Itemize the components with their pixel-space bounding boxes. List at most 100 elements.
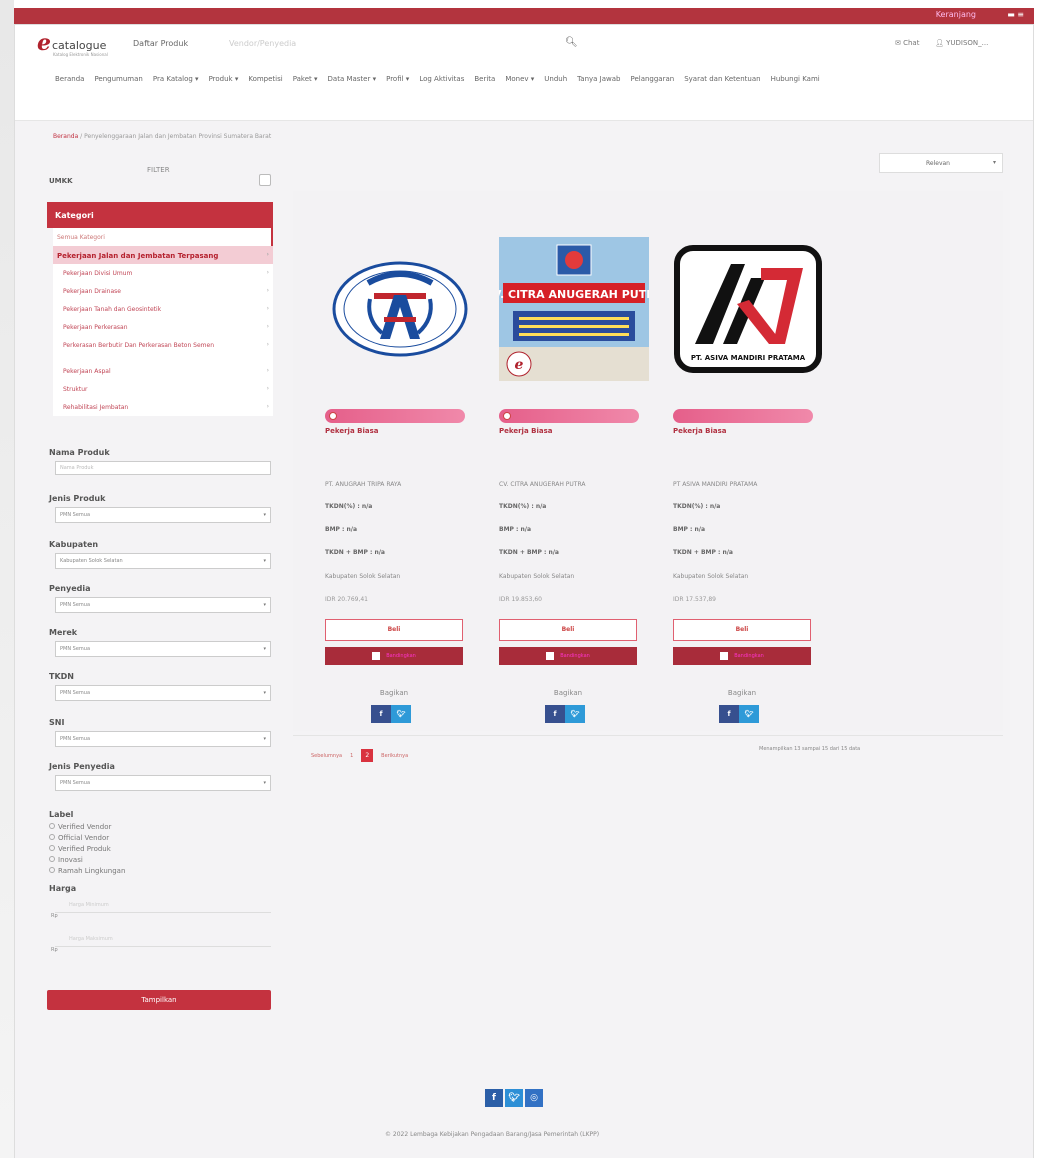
nav-item[interactable]: Kompetisi	[248, 75, 282, 83]
nav-item[interactable]: Pengumuman	[94, 75, 142, 83]
nav-item[interactable]: Pra Katalog ▾	[153, 75, 199, 83]
product-type[interactable]: Pekerja Biasa	[325, 427, 378, 435]
harga-max-input[interactable]: Harga Maksimum	[55, 933, 271, 947]
kategori-item[interactable]: Struktur ›	[53, 380, 273, 398]
instagram-icon[interactable]: ◎	[525, 1089, 543, 1107]
chevron-right-icon: ›	[266, 341, 269, 348]
nav-item[interactable]: Profil ▾	[386, 75, 409, 83]
kategori-item[interactable]: Pekerjaan Perkerasan ›	[53, 318, 273, 336]
nav-item[interactable]: Beranda	[55, 75, 84, 83]
kategori-item[interactable]: Pekerjaan Divisi Umum ›	[53, 264, 273, 282]
penyedia-select[interactable]: PMN Semua ▾	[55, 597, 271, 613]
bandingkan-button[interactable]: Bandingkan	[499, 647, 637, 665]
kabupaten-select[interactable]: Kabupaten Solok Selatan ▾	[55, 553, 271, 569]
bmp: BMP : n/a	[673, 526, 706, 533]
jenis-produk-value: PMN Semua	[60, 512, 91, 518]
anugrah-tripa-raya-logo[interactable]	[325, 237, 475, 381]
twitter-icon[interactable]: 🐦︎	[505, 1089, 523, 1107]
label-option[interactable]: Official Vendor	[49, 834, 273, 845]
page-link-2-current[interactable]: 2	[361, 749, 374, 762]
beli-button[interactable]: Beli	[673, 619, 811, 641]
radio-icon[interactable]	[49, 867, 55, 873]
product-card: Pekerja Biasa PT. ANUGRAH TRIPA RAYA TKD…	[319, 231, 481, 723]
facebook-icon[interactable]: f	[371, 705, 391, 723]
prev-page-link[interactable]: Sebelumnya	[311, 753, 342, 759]
twitter-icon[interactable]: 🐦︎	[565, 705, 585, 723]
facebook-icon[interactable]: f	[485, 1089, 503, 1107]
nav-item[interactable]: Paket ▾	[293, 75, 318, 83]
nav-item[interactable]: Tanya Jawab	[577, 75, 620, 83]
compare-checkbox[interactable]	[372, 651, 381, 660]
beli-button[interactable]: Beli	[325, 619, 463, 641]
nav-item[interactable]: Hubungi Kami	[771, 75, 820, 83]
harga-min-input[interactable]: Harga Minimum	[55, 899, 271, 913]
breadcrumb-home[interactable]: Beranda	[53, 133, 78, 140]
ecatalogue-logo[interactable]: e catalogue Katalog Elektronik Nasional	[37, 32, 108, 57]
next-page-link[interactable]: Berikutnya	[381, 753, 408, 759]
jenis-penyedia-select[interactable]: PMN Semua ▾	[55, 775, 271, 791]
search-icon[interactable]: 🔍︎	[565, 37, 578, 48]
chevron-down-icon: ▾	[263, 736, 266, 742]
sni-select[interactable]: PMN Semua ▾	[55, 731, 271, 747]
sort-select[interactable]: Relevan ▾	[879, 153, 1003, 173]
pt-asiva-mandiri-pratama-logo[interactable]: PT. ASIVA MANDIRI PRATAMA	[673, 237, 823, 381]
cv-citra-anugerah-putra-logo[interactable]: CV. CITRA ANUGERAH PUTRA e	[499, 237, 649, 381]
facebook-icon[interactable]: f	[545, 705, 565, 723]
kategori-item[interactable]: Perkerasan Berbutir Dan Perkerasan Beton…	[53, 336, 273, 362]
compare-checkbox[interactable]	[546, 651, 555, 660]
radio-icon[interactable]	[49, 834, 55, 840]
nama-produk-input[interactable]: Nama Produk	[55, 461, 271, 475]
vendor-name[interactable]: PT. ANUGRAH TRIPA RAYA	[325, 481, 401, 488]
label-option[interactable]: Verified Vendor	[49, 823, 273, 834]
merek-select[interactable]: PMN Semua ▾	[55, 641, 271, 657]
bandingkan-button[interactable]: Bandingkan	[325, 647, 463, 665]
kategori-item[interactable]: Pekerjaan Tanah dan Geosintetik ›	[53, 300, 273, 318]
kategori-header[interactable]: Kategori	[47, 202, 273, 228]
daftar-produk-link[interactable]: Daftar Produk	[133, 39, 188, 48]
twitter-icon[interactable]: 🐦︎	[739, 705, 759, 723]
twitter-icon[interactable]: 🐦︎	[391, 705, 411, 723]
menu-icon[interactable]: ▬ ≡	[1007, 10, 1024, 19]
cart-link[interactable]: Keranjang	[936, 10, 976, 19]
label-option[interactable]: Ramah Lingkungan	[49, 867, 273, 878]
bandingkan-button[interactable]: Bandingkan	[673, 647, 811, 665]
chat-link[interactable]: ✉ Chat	[895, 39, 919, 47]
radio-icon[interactable]	[49, 845, 55, 851]
kategori-item[interactable]: Pekerjaan Drainase ›	[53, 282, 273, 300]
kategori-item[interactable]: Semua Kategori	[53, 228, 273, 246]
compare-checkbox[interactable]	[720, 651, 729, 660]
tampilkan-button[interactable]: Tampilkan	[47, 990, 271, 1010]
nav-item[interactable]: Log Aktivitas	[419, 75, 464, 83]
user-menu[interactable]: 👤︎ YUDISON_...	[935, 39, 988, 47]
nav-item[interactable]: Data Master ▾	[328, 75, 377, 83]
label-option[interactable]: Inovasi	[49, 856, 273, 867]
price: IDR 17.537,89	[673, 596, 717, 603]
kategori-item[interactable]: Pekerjaan Jalan dan Jembatan Terpasang ›	[53, 246, 273, 264]
label-option[interactable]: Verified Produk	[49, 845, 273, 856]
kategori-label: Rehabilitasi Jembatan	[63, 404, 129, 411]
vendor-name[interactable]: PT ASIVA MANDIRI PRATAMA	[673, 481, 757, 488]
nav-item[interactable]: Monev ▾	[505, 75, 534, 83]
kabupaten: Kabupaten Solok Selatan	[673, 573, 749, 580]
kategori-item[interactable]: Rehabilitasi Jembatan ›	[53, 398, 273, 416]
radio-icon[interactable]	[49, 823, 55, 829]
nav-item[interactable]: Produk ▾	[209, 75, 239, 83]
jenis-penyedia-section: Jenis Penyedia PMN Semua ▾	[49, 762, 273, 791]
nav-item[interactable]: Unduh	[544, 75, 567, 83]
product-type[interactable]: Pekerja Biasa	[499, 427, 552, 435]
umkk-checkbox[interactable]	[259, 174, 271, 186]
beli-button[interactable]: Beli	[499, 619, 637, 641]
kategori-item[interactable]: Pekerjaan Aspal ›	[53, 362, 273, 380]
nav-item[interactable]: Berita	[474, 75, 495, 83]
nav-item[interactable]: Syarat dan Ketentuan	[684, 75, 760, 83]
facebook-icon[interactable]: f	[719, 705, 739, 723]
tkdn-select[interactable]: PMN Semua ▾	[55, 685, 271, 701]
product-type[interactable]: Pekerja Biasa	[673, 427, 726, 435]
page-link-1[interactable]: 1	[350, 753, 353, 759]
merek-value: PMN Semua	[60, 646, 91, 652]
vendor-link[interactable]: Vendor/Penyedia	[229, 39, 296, 48]
radio-icon[interactable]	[49, 856, 55, 862]
nav-item[interactable]: Pelanggaran	[630, 75, 674, 83]
vendor-name[interactable]: CV. CITRA ANUGERAH PUTRA	[499, 481, 585, 488]
jenis-produk-select[interactable]: PMN Semua ▾	[55, 507, 271, 523]
